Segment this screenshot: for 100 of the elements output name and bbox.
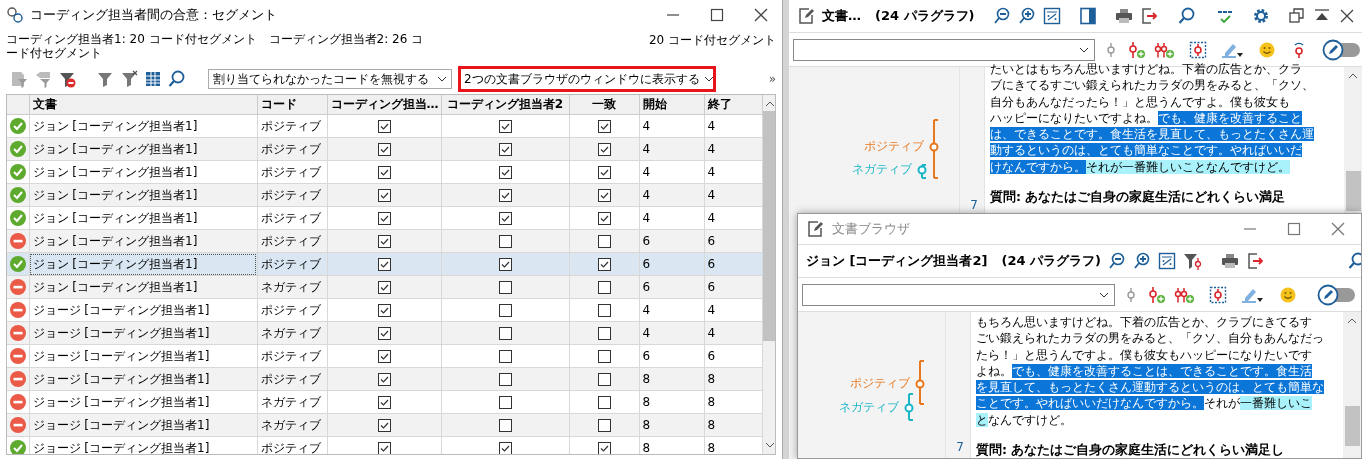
export-icon[interactable] — [1140, 7, 1158, 25]
zoom-in-icon[interactable] — [1132, 252, 1151, 270]
checkbox[interactable] — [377, 120, 391, 133]
chevron-down-icon[interactable] — [703, 76, 714, 82]
column-header[interactable]: 終了 — [704, 95, 762, 115]
table-row[interactable]: ジョージ [コーディング担当者1] ポジティブ 6 6 — [7, 344, 762, 368]
table-row[interactable]: ジョン [コーディング担当者1] ポジティブ 6 6 — [7, 252, 762, 276]
settings-icon[interactable] — [1252, 7, 1270, 25]
code-bracket[interactable] — [929, 119, 939, 179]
checkbox[interactable] — [597, 327, 611, 340]
table-row[interactable]: ジョージ [コーディング担当者1] ネガティブ 8 8 — [7, 390, 762, 414]
filter-icon[interactable] — [96, 70, 114, 88]
checkbox[interactable] — [597, 120, 611, 133]
search-icon[interactable] — [1178, 7, 1196, 25]
code-bracket[interactable] — [915, 360, 925, 405]
table-row[interactable]: ジョン [コーディング担当者1] ポジティブ 4 4 — [7, 183, 762, 207]
checkbox[interactable] — [498, 419, 512, 432]
table-row[interactable]: ジョン [コーディング担当者1] ポジティブ 4 4 — [7, 114, 762, 138]
edit-mode-toggle[interactable] — [1317, 283, 1357, 306]
checkbox[interactable] — [597, 373, 611, 386]
export-icon[interactable] — [1245, 252, 1264, 270]
checkbox[interactable] — [377, 166, 391, 179]
column-header[interactable]: コーディング担当… — [327, 95, 441, 115]
code-selection-icon[interactable] — [1209, 285, 1228, 304]
checkbox[interactable] — [498, 327, 512, 340]
chevron-down-icon[interactable] — [1099, 291, 1109, 298]
table-icon[interactable] — [144, 70, 162, 88]
table-row[interactable]: ジョン [コーディング担当者1] ポジティブ 4 4 — [7, 206, 762, 230]
checkbox[interactable] — [377, 304, 391, 317]
scrollbar-thumb[interactable] — [1344, 406, 1360, 446]
dropdown[interactable]: 2つの文書ブラウザのウィンドウに表示する — [458, 66, 716, 92]
scroll-up-icon[interactable] — [1348, 71, 1358, 81]
checkbox[interactable] — [377, 189, 391, 202]
emoticon-icon[interactable] — [1258, 40, 1276, 59]
chevron-down-icon[interactable] — [1079, 46, 1089, 53]
zoom-out-icon[interactable] — [1107, 252, 1126, 270]
zoom-reset-icon[interactable] — [1043, 7, 1061, 25]
table-row[interactable]: ジョージ [コーディング担当者1] ネガティブ 4 4 — [7, 321, 762, 345]
checkbox[interactable] — [498, 120, 512, 133]
table-row[interactable]: ジョン [コーディング担当者1] ポジティブ 4 4 — [7, 137, 762, 161]
table-row[interactable]: ジョン [コーディング担当者1] ネガティブ 6 6 — [7, 275, 762, 299]
search-icon[interactable] — [1347, 252, 1361, 270]
checkbox[interactable] — [597, 442, 611, 454]
print-icon[interactable] — [1115, 7, 1133, 25]
search-icon[interactable] — [168, 70, 186, 88]
checkbox[interactable] — [597, 235, 611, 248]
checkbox[interactable] — [597, 212, 611, 225]
checkbox[interactable] — [498, 373, 512, 386]
restore-icon[interactable] — [1288, 7, 1306, 25]
checkbox[interactable] — [377, 235, 391, 248]
scroll-up-icon[interactable] — [765, 99, 775, 109]
zoom-in-icon[interactable] — [1018, 7, 1036, 25]
filter-clear-icon[interactable] — [120, 70, 138, 88]
checkbox[interactable] — [498, 442, 512, 454]
checkbox[interactable] — [377, 281, 391, 294]
checkbox[interactable] — [377, 396, 391, 409]
filter-remove-icon[interactable] — [58, 70, 76, 88]
table-row[interactable]: ジョン [コーディング担当者1] ポジティブ 4 4 — [7, 160, 762, 184]
checkbox[interactable] — [597, 350, 611, 363]
codes-add-icon[interactable] — [1174, 285, 1195, 304]
checkbox[interactable] — [377, 143, 391, 156]
checkbox[interactable] — [597, 304, 611, 317]
checkbox[interactable] — [377, 373, 391, 386]
close-icon[interactable] — [1338, 7, 1356, 25]
checkbox[interactable] — [377, 212, 391, 225]
checkbox[interactable] — [498, 235, 512, 248]
column-header[interactable]: 一致 — [569, 95, 639, 115]
checkbox[interactable] — [377, 442, 391, 454]
checkbox[interactable] — [498, 304, 512, 317]
checkbox[interactable] — [498, 143, 512, 156]
scroll-up-icon[interactable] — [1347, 316, 1357, 326]
print-icon[interactable] — [1220, 252, 1239, 270]
code-add-icon[interactable] — [1147, 285, 1167, 304]
code-selection-icon[interactable] — [1189, 40, 1207, 59]
scroll-down-icon[interactable] — [765, 440, 775, 450]
checkbox[interactable] — [597, 396, 611, 409]
emoticon-icon[interactable] — [1278, 285, 1297, 304]
checkbox[interactable] — [498, 350, 512, 363]
checkbox[interactable] — [597, 166, 611, 179]
checkbox[interactable] — [597, 258, 611, 271]
checkbox[interactable] — [498, 281, 512, 294]
scrollbar-thumb[interactable] — [1345, 171, 1361, 211]
table-row[interactable]: ジョージ [コーディング担当者1] ポジティブ 8 8 — [7, 367, 762, 391]
checkbox[interactable] — [597, 281, 611, 294]
column-header[interactable]: 開始 — [639, 95, 704, 115]
column-header[interactable]: コーディング担当者2 — [441, 95, 569, 115]
table-row[interactable]: ジョン [コーディング担当者1] ポジティブ 6 6 — [7, 229, 762, 253]
edit-mode-toggle[interactable] — [1322, 38, 1362, 61]
close-icon[interactable] — [752, 6, 770, 24]
dropdown[interactable]: 割り当てられなかったコードを無視する — [208, 69, 452, 89]
checkbox[interactable] — [597, 189, 611, 202]
code-add-icon[interactable] — [1127, 40, 1147, 59]
checkbox[interactable] — [498, 212, 512, 225]
zoom-reset-icon[interactable] — [1157, 252, 1176, 270]
checkbox[interactable] — [498, 189, 512, 202]
document-filter-icon[interactable] — [10, 70, 28, 88]
checkbox[interactable] — [597, 419, 611, 432]
panel-icon[interactable] — [1079, 7, 1097, 25]
checkbox[interactable] — [377, 419, 391, 432]
column-header[interactable]: コード — [257, 95, 327, 115]
